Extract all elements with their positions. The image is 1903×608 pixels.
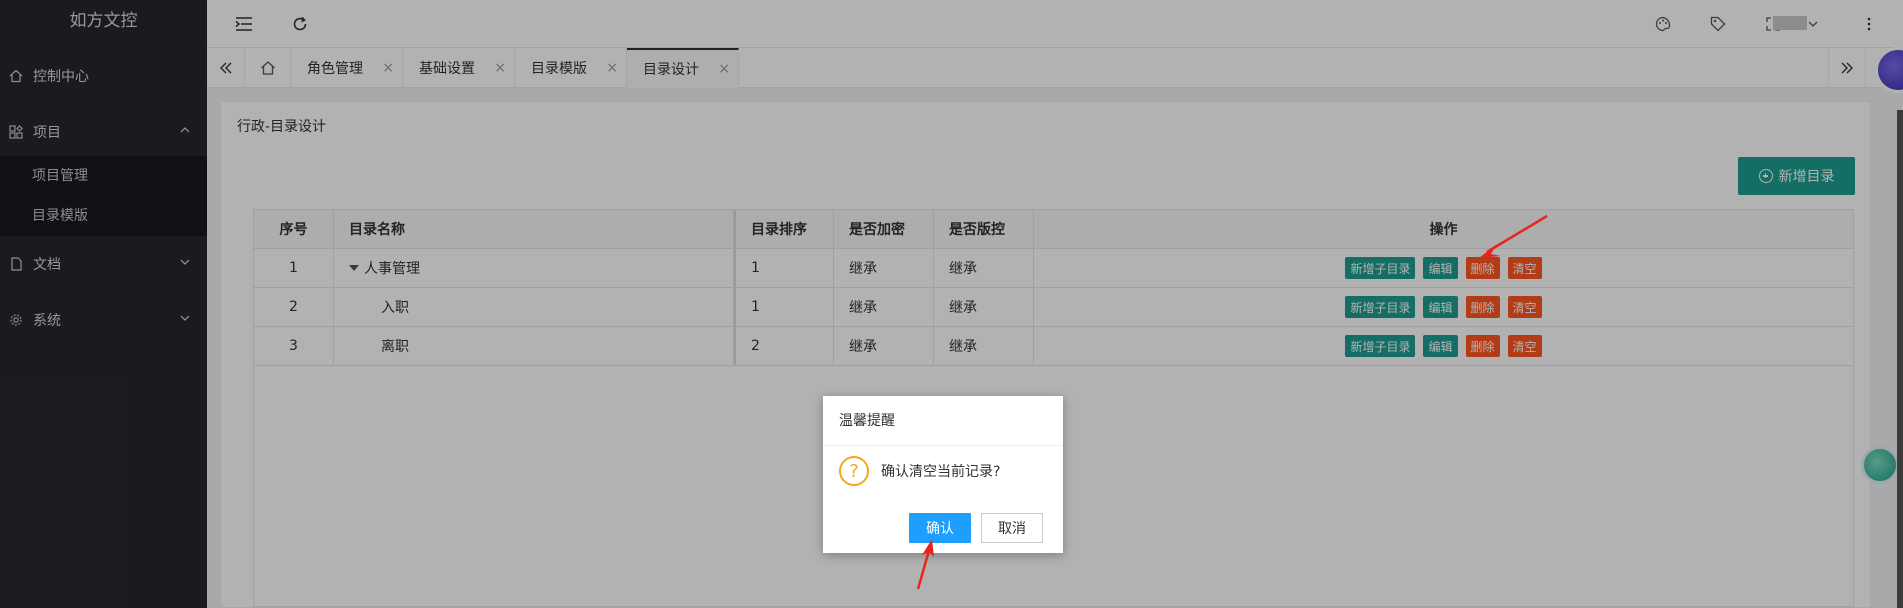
cancel-button[interactable]: 取消 [981, 513, 1043, 543]
annotation-arrow-icon [1479, 214, 1548, 258]
dialog-title: 温馨提醒 [823, 396, 1063, 446]
dialog-message: 确认清空当前记录? [881, 464, 1001, 480]
question-icon: ? [839, 456, 869, 486]
dialog-body: ? 确认清空当前记录? [823, 446, 1063, 496]
annotation-arrow-icon [916, 539, 934, 590]
confirm-dialog: 温馨提醒 ? 确认清空当前记录? 确认 取消 [823, 396, 1063, 553]
